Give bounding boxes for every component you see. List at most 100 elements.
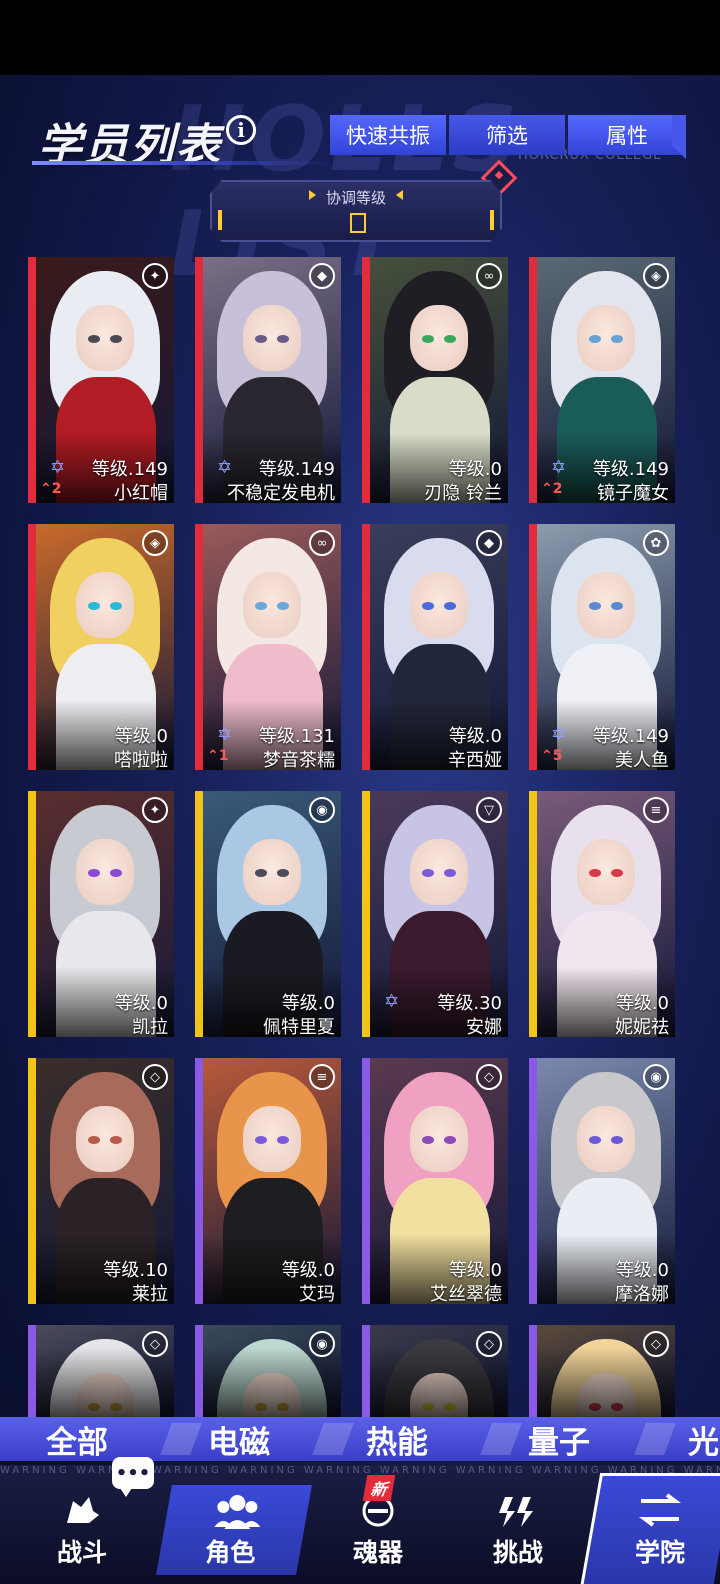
rarity-stripe [195,791,203,1037]
element-icon: ✿ [643,530,669,556]
nav-characters[interactable]: 角色 [156,1485,312,1575]
chat-icon[interactable]: ••• [112,1457,154,1497]
rarity-stripe [362,257,370,503]
character-card[interactable]: ◆ 等级.0 辛西娅 [362,524,508,770]
character-level: 等级.0 [281,1260,335,1281]
character-level: 等级.0 [448,726,502,747]
character-card[interactable]: ∞ 等级.0 刃隐 铃兰 [362,257,508,503]
tab-all[interactable]: 全部 [46,1417,108,1461]
character-eye [277,869,289,877]
character-card[interactable]: ▽ ✡ 等级.30 安娜 [362,791,508,1037]
element-icon: ∞ [309,530,335,556]
element-icon: ◇ [476,1064,502,1090]
character-eye [277,335,289,343]
character-eye [422,602,434,610]
character-level: 等级.149 [258,459,335,480]
character-name: 梦音茶糯 [263,750,335,770]
card-shade [36,1347,174,1417]
star-icon: ✡ [217,724,233,745]
character-face [243,839,301,905]
tab-separator [160,1423,202,1455]
character-card[interactable]: ◇ 等级.10 莱拉 [28,1058,174,1304]
bracket-right [490,210,494,230]
character-eye [88,869,100,877]
character-eye [110,335,122,343]
character-card[interactable]: ≡ 等级.0 艾玛 [195,1058,341,1304]
character-card[interactable]: ≡ 等级.0 妮妮祛 [529,791,675,1037]
element-icon: ◆ [476,530,502,556]
tab-thermal[interactable]: 热能 [366,1417,428,1461]
bracket-left [218,210,222,230]
character-card[interactable]: ✿ ✡ ⌃5 等级.149 美人鱼 [529,524,675,770]
nav-challenge[interactable]: 挑战 [448,1485,588,1575]
nav-battle-label: 战斗 [56,1538,107,1567]
quick-resonance-button[interactable]: 快速共振 [330,115,446,155]
rarity-stripe [195,1058,203,1304]
tab-separator [634,1423,676,1455]
character-level: 等级.149 [91,459,168,480]
rarity-stripe [529,257,537,503]
card-shade [370,1347,508,1417]
coordination-level-sort[interactable]: 协调等级 [210,180,502,242]
character-level: 等级.0 [615,1260,669,1281]
rarity-stripe [529,1325,537,1417]
info-icon[interactable]: i [226,115,256,145]
character-level: 等级.10 [103,1260,168,1281]
star-icon: ✡ [50,457,66,478]
nav-battle[interactable]: 战斗 [12,1485,152,1575]
character-level: 等级.0 [114,726,168,747]
rarity-stripe [28,791,36,1037]
character-name: 凯拉 [132,1017,168,1037]
character-face [243,305,301,371]
character-eye [277,1136,289,1144]
attribute-button[interactable]: 属性 [568,115,686,155]
character-card[interactable]: ◈ 等级.0 嗒啦啦 [28,524,174,770]
character-face [243,1106,301,1172]
character-card[interactable]: ◉ 等级.0 佩特里夏 [195,791,341,1037]
tab-electromagnetic[interactable]: 电磁 [208,1417,270,1461]
character-card[interactable]: ✦ 等级.0 凯拉 [28,791,174,1037]
character-face [76,572,134,638]
rank-badge: ⌃1 [207,748,229,764]
star-icon: ✡ [551,457,567,478]
character-card[interactable]: ◇ [28,1325,174,1417]
rarity-stripe [28,257,36,503]
rarity-stripe [362,1058,370,1304]
rarity-stripe [529,524,537,770]
bottom-navigation: WARNING WARNING WARNING WARNING WARNING … [0,1457,720,1584]
character-card[interactable]: ✦ ✡ ⌃2 等级.149 小红帽 [28,257,174,503]
character-face [410,305,468,371]
card-shade [537,1347,675,1417]
character-eye [422,1136,434,1144]
characters-icon [214,1493,261,1529]
character-card[interactable]: ◇ [529,1325,675,1417]
element-icon: ✦ [142,797,168,823]
character-face [243,572,301,638]
character-face [577,1106,635,1172]
character-eye [589,602,601,610]
character-card[interactable]: ◉ [195,1325,341,1417]
character-card[interactable]: ∞ ✡ ⌃1 等级.131 梦音茶糯 [195,524,341,770]
element-filter-tabs: 全部 电磁 热能 量子 光 [0,1417,720,1461]
tab-quantum[interactable]: 量子 [528,1417,590,1461]
character-eye [611,602,623,610]
character-card[interactable]: ◆ ✡ 等级.149 不稳定发电机 [195,257,341,503]
character-card[interactable]: ◇ 等级.0 艾丝翠德 [362,1058,508,1304]
element-icon: ≡ [643,797,669,823]
nav-academy-label: 学院 [634,1538,685,1567]
new-badge: 新 [362,1475,396,1501]
academy-icon [637,1493,683,1529]
character-card[interactable]: ◈ ✡ ⌃2 等级.149 镜子魔女 [529,257,675,503]
nav-academy[interactable]: 学院 [590,1485,720,1575]
coordination-level-label: 协调等级 [325,189,386,207]
filter-button[interactable]: 筛选 [449,115,565,155]
tab-light[interactable]: 光 [688,1417,719,1461]
student-list-screen: HOLLS LIST HORCRUX COLLEGE 学员列表 i 快速共振 筛… [0,75,720,1584]
character-eye [444,335,456,343]
character-name: 嗒啦啦 [114,750,168,770]
rarity-stripe [195,524,203,770]
character-card[interactable]: ◇ [362,1325,508,1417]
character-level: 等级.0 [615,993,669,1014]
character-card[interactable]: ◉ 等级.0 摩洛娜 [529,1058,675,1304]
character-eye [589,869,601,877]
